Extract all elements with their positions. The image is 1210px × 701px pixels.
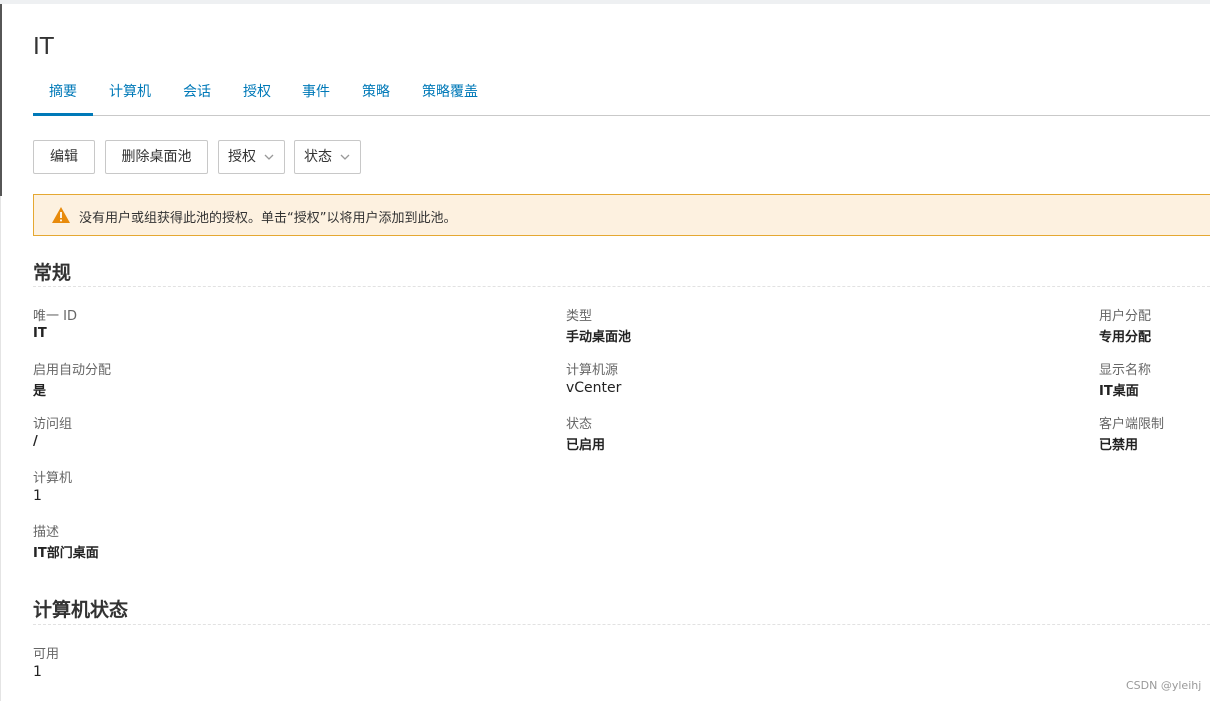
tab-bar: 摘要 计算机 会话 授权 事件 策略 策略覆盖 [33, 80, 1210, 116]
chevron-down-icon [264, 154, 274, 160]
tab-policy-overrides[interactable]: 策略覆盖 [422, 80, 478, 116]
access-group-value: / [33, 434, 38, 449]
client-restrictions-value: 已禁用 [1099, 438, 1139, 453]
type-label: 类型 [566, 309, 593, 324]
description-label: 描述 [33, 525, 60, 540]
display-name-value: IT桌面 [1099, 384, 1139, 399]
watermark: CSDN @yleihj [1126, 679, 1202, 692]
alert-message: 没有用户或组获得此池的授权。单击“授权”以将用户添加到此池。 [79, 211, 457, 226]
tab-summary[interactable]: 摘要 [33, 80, 93, 116]
section-divider [33, 624, 1210, 625]
section-title-general: 常规 [33, 262, 72, 284]
unique-id-value: IT [33, 326, 47, 341]
auto-assign-label: 启用自动分配 [33, 363, 112, 378]
tab-policies[interactable]: 策略 [362, 80, 390, 116]
top-bar [0, 0, 1210, 4]
edit-button[interactable]: 编辑 [33, 140, 95, 174]
description-value: IT部门桌面 [33, 546, 99, 561]
status-dropdown[interactable]: 状态 [294, 140, 361, 174]
tab-sessions[interactable]: 会话 [183, 80, 211, 116]
tab-machines[interactable]: 计算机 [109, 80, 151, 116]
client-restrictions-label: 客户端限制 [1099, 417, 1165, 432]
state-value: 已启用 [566, 438, 606, 453]
entitlements-dropdown-label: 授权 [228, 149, 256, 165]
state-label: 状态 [566, 417, 593, 432]
available-value: 1 [33, 664, 42, 680]
user-assignment-value: 专用分配 [1099, 330, 1152, 345]
left-border-light [0, 196, 1, 701]
status-dropdown-label: 状态 [304, 149, 332, 165]
warning-alert: 没有用户或组获得此池的授权。单击“授权”以将用户添加到此池。 [33, 194, 1210, 236]
page-title: IT [33, 34, 54, 60]
machine-source-value: vCenter [566, 380, 622, 396]
left-border [0, 4, 2, 196]
user-assignment-label: 用户分配 [1099, 309, 1152, 324]
access-group-label: 访问组 [33, 417, 73, 432]
type-value: 手动桌面池 [566, 330, 632, 345]
display-name-label: 显示名称 [1099, 363, 1152, 378]
tab-events[interactable]: 事件 [302, 80, 330, 116]
machines-count-label: 计算机 [33, 471, 73, 486]
section-divider [33, 286, 1210, 287]
section-title-machine-status: 计算机状态 [33, 599, 129, 621]
machine-source-label: 计算机源 [566, 363, 619, 378]
chevron-down-icon [340, 154, 350, 160]
available-label: 可用 [33, 647, 60, 662]
tab-entitlements[interactable]: 授权 [243, 80, 271, 116]
unique-id-label: 唯一 ID [33, 309, 77, 324]
delete-pool-button[interactable]: 删除桌面池 [105, 140, 208, 174]
auto-assign-value: 是 [33, 384, 47, 399]
machines-count-value: 1 [33, 488, 42, 504]
warning-icon [52, 207, 70, 223]
entitlements-dropdown[interactable]: 授权 [218, 140, 285, 174]
